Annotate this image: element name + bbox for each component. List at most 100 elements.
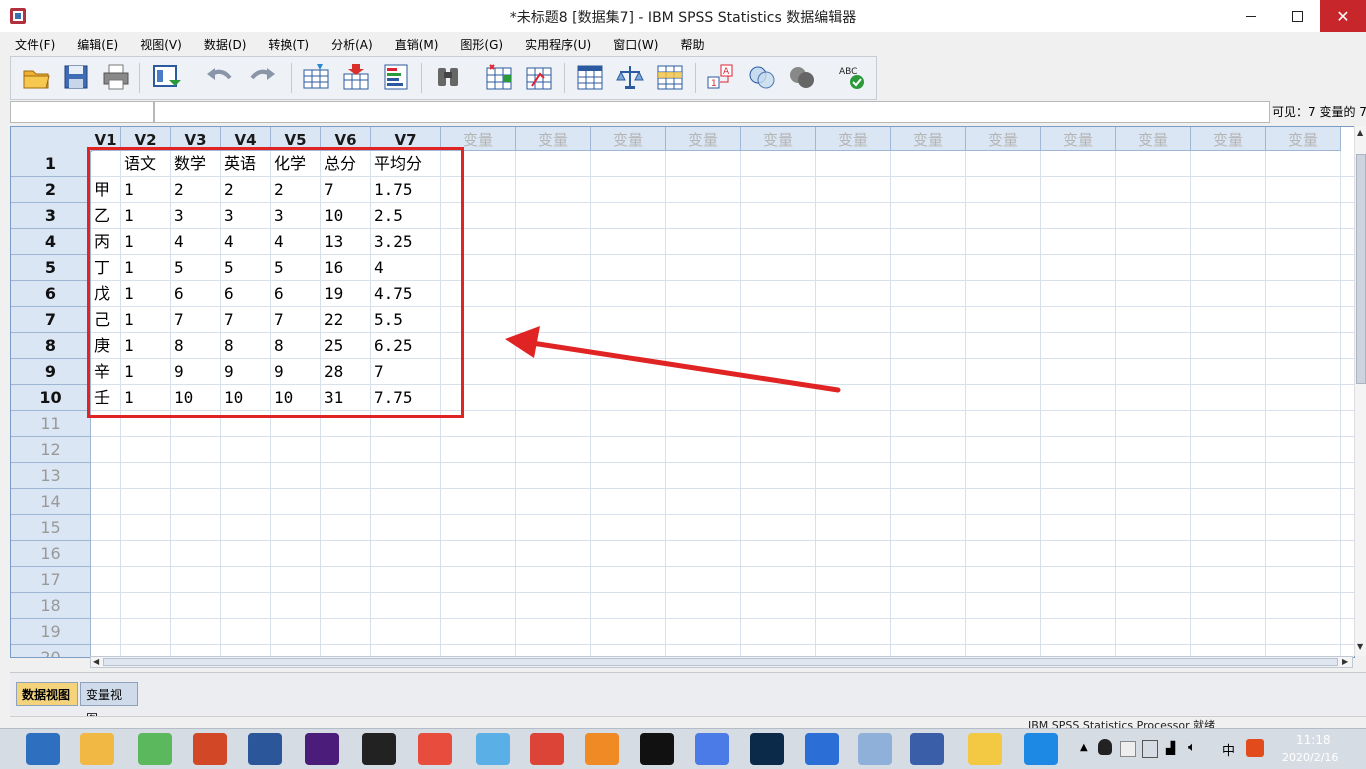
row-header-4[interactable]: 4 (11, 229, 91, 255)
goto-variable-icon[interactable] (341, 62, 371, 92)
undo-icon[interactable] (204, 62, 234, 92)
notepad-icon[interactable] (968, 733, 1002, 765)
notification-icon[interactable] (1120, 741, 1136, 757)
horizontal-scroll-thumb[interactable] (103, 658, 1338, 666)
battery-icon[interactable] (1142, 740, 1158, 758)
menu-file[interactable]: 文件(F) (0, 32, 62, 54)
column-header-empty[interactable]: 变量 (966, 127, 1041, 151)
word-icon[interactable] (248, 733, 282, 765)
variables-icon[interactable] (381, 62, 411, 92)
row-header-11[interactable]: 11 (11, 411, 91, 437)
row-header-19[interactable]: 19 (11, 619, 91, 645)
horizontal-scrollbar[interactable]: ◀ ▶ (90, 656, 1353, 668)
vertical-scroll-thumb[interactable] (1356, 154, 1366, 384)
row-header-3[interactable]: 3 (11, 203, 91, 229)
menu-analyze[interactable]: 分析(A) (316, 32, 380, 54)
feishu-icon[interactable] (695, 733, 729, 765)
foxmail-icon[interactable] (585, 733, 619, 765)
use-sets-icon[interactable] (747, 62, 777, 92)
menu-view[interactable]: 视图(V) (125, 32, 189, 54)
column-header-empty[interactable]: 变量 (591, 127, 666, 151)
find-icon[interactable] (433, 62, 463, 92)
ime-indicator[interactable]: 中 (1222, 740, 1235, 759)
goto-case-icon[interactable] (301, 62, 331, 92)
scroll-up-icon[interactable]: ▲ (1357, 128, 1363, 137)
menu-data[interactable]: 数据(D) (189, 32, 254, 54)
save-icon[interactable] (61, 62, 91, 92)
spell-check-icon[interactable]: ABC (837, 62, 867, 92)
row-header-9[interactable]: 9 (11, 359, 91, 385)
row-header-7[interactable]: 7 (11, 307, 91, 333)
row-header-6[interactable]: 6 (11, 281, 91, 307)
column-header-empty[interactable]: 变量 (1191, 127, 1266, 151)
column-header-empty[interactable]: 变量 (816, 127, 891, 151)
row-header-1[interactable]: 1 (11, 151, 91, 177)
minimize-button[interactable] (1228, 0, 1274, 32)
scroll-left-icon[interactable]: ◀ (93, 657, 99, 666)
menu-utilities[interactable]: 实用程序(U) (510, 32, 598, 54)
row-header-5[interactable]: 5 (11, 255, 91, 281)
row-header-14[interactable]: 14 (11, 489, 91, 515)
column-header-empty[interactable]: 变量 (1041, 127, 1116, 151)
browser-icon[interactable] (26, 733, 60, 765)
redo-icon[interactable] (248, 62, 278, 92)
network-icon[interactable]: ▟ (1166, 741, 1175, 755)
grid-corner[interactable] (11, 127, 92, 152)
row-header-16[interactable]: 16 (11, 541, 91, 567)
tray-expand-icon[interactable]: ▲ (1080, 742, 1088, 753)
vertical-scrollbar[interactable]: ▲ ▼ (1354, 126, 1366, 656)
chart-app-icon[interactable] (418, 733, 452, 765)
insert-cases-icon[interactable] (484, 62, 514, 92)
column-header-empty[interactable]: 变量 (1116, 127, 1191, 151)
file-explorer-icon[interactable] (80, 733, 114, 765)
print-icon[interactable] (101, 62, 131, 92)
column-header-empty[interactable]: 变量 (666, 127, 741, 151)
menu-graphs[interactable]: 图形(G) (445, 32, 510, 54)
insert-variable-icon[interactable] (524, 62, 554, 92)
column-header-empty[interactable]: 变量 (741, 127, 816, 151)
photoshop-icon[interactable] (750, 733, 784, 765)
notebook-icon[interactable] (858, 733, 892, 765)
value-labels-icon[interactable]: A1 (705, 62, 735, 92)
row-header-13[interactable]: 13 (11, 463, 91, 489)
clock-date[interactable]: 2020/2/16 (1282, 751, 1338, 764)
qq-tray-icon[interactable] (1098, 739, 1112, 755)
column-header-empty[interactable]: 变量 (1266, 127, 1341, 151)
row-header-20[interactable]: 20 (11, 645, 91, 657)
row-header-18[interactable]: 18 (11, 593, 91, 619)
split-file-icon[interactable] (575, 62, 605, 92)
spss-icon[interactable] (910, 733, 944, 765)
powerpoint-icon[interactable] (193, 733, 227, 765)
row-header-17[interactable]: 17 (11, 567, 91, 593)
row-header-15[interactable]: 15 (11, 515, 91, 541)
row-header-8[interactable]: 8 (11, 333, 91, 359)
column-header-empty[interactable]: 变量 (891, 127, 966, 151)
volume-icon[interactable]: 🔈︎ (1188, 740, 1196, 755)
row-header-2[interactable]: 2 (11, 177, 91, 203)
open-folder-icon[interactable] (21, 62, 51, 92)
wps-icon[interactable] (805, 733, 839, 765)
menu-window[interactable]: 窗口(W) (598, 32, 665, 54)
menu-edit[interactable]: 编辑(E) (62, 32, 125, 54)
chrome-icon[interactable] (530, 733, 564, 765)
column-header-empty[interactable]: 变量 (516, 127, 591, 151)
assistant-icon[interactable] (476, 733, 510, 765)
menu-transform[interactable]: 转换(T) (253, 32, 316, 54)
cell-value-editor[interactable] (154, 101, 1270, 123)
menu-help[interactable]: 帮助 (665, 32, 711, 54)
clock-time[interactable]: 11:18 (1296, 733, 1331, 747)
show-all-variables-icon[interactable] (787, 62, 817, 92)
select-cases-icon[interactable] (655, 62, 685, 92)
cell-reference-field[interactable] (10, 101, 154, 123)
row-header-12[interactable]: 12 (11, 437, 91, 463)
scroll-right-icon[interactable]: ▶ (1342, 657, 1348, 666)
wechat-icon[interactable] (138, 733, 172, 765)
qq-icon[interactable] (640, 733, 674, 765)
video-editor-icon[interactable] (362, 733, 396, 765)
tab-variable-view[interactable]: 变量视图 (80, 682, 138, 726)
scroll-down-icon[interactable]: ▼ (1357, 642, 1363, 651)
weight-cases-icon[interactable] (615, 62, 645, 92)
row-header-10[interactable]: 10 (11, 385, 91, 411)
premiere-icon[interactable] (305, 733, 339, 765)
menu-direct-marketing[interactable]: 直销(M) (380, 32, 446, 54)
